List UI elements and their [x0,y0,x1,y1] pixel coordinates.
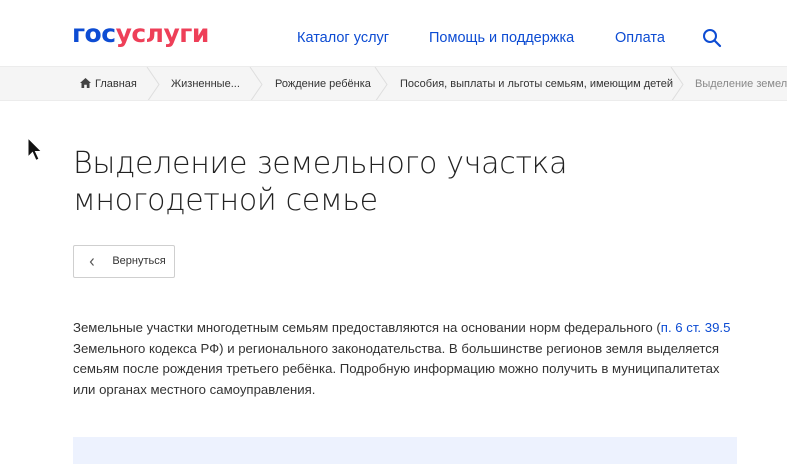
back-button[interactable]: Вернуться [73,245,175,278]
back-button-label: Вернуться [112,255,166,267]
breadcrumb-item-benefits[interactable]: Пособия, выплаты и льготы семьям, имеющи… [400,67,673,100]
logo-part-uslugi: услуги [115,19,210,48]
nav-help-link[interactable]: Помощь и поддержка [429,29,574,47]
breadcrumb-item-life-situations[interactable]: Жизненные... [171,67,240,100]
description-text-after: Земельного кодекса РФ) и регионального з… [73,340,720,397]
breadcrumb-separator [374,67,388,100]
breadcrumb-separator [249,67,263,100]
breadcrumb: Главная Жизненные... Рождение ребёнка По… [0,66,787,101]
gosuslugi-logo[interactable]: госуслуги [72,18,209,50]
site-header: госуслуги Каталог услуг Помощь и поддерж… [0,0,787,66]
breadcrumb-item-childbirth[interactable]: Рождение ребёнка [275,67,371,100]
breadcrumb-item-home[interactable]: Главная [95,67,137,100]
chevron-left-icon [89,258,94,266]
nav-catalog-link[interactable]: Каталог услуг [297,29,389,47]
search-icon[interactable] [702,28,722,48]
logo-part-gos: гос [72,19,116,48]
page-title-line-1: Выделение земельного участка [73,146,568,181]
description-text-before: Земельные участки многодетным семьям пре… [73,320,661,335]
page-title: Выделение земельного участка многодетной… [73,145,693,219]
info-box [73,437,737,464]
breadcrumb-separator [670,67,684,100]
law-reference-link[interactable]: п. 6 ст. 39.5 [661,320,731,335]
page-title-line-2: многодетной семье [73,183,378,218]
nav-payment-link[interactable]: Оплата [615,29,665,47]
breadcrumb-item-current: Выделение земельного участка многодетной… [695,78,787,90]
service-description: Земельные участки многодетным семьям пре… [73,318,737,400]
breadcrumb-separator [146,67,160,100]
mouse-cursor-icon [27,137,43,162]
home-icon [80,78,91,88]
